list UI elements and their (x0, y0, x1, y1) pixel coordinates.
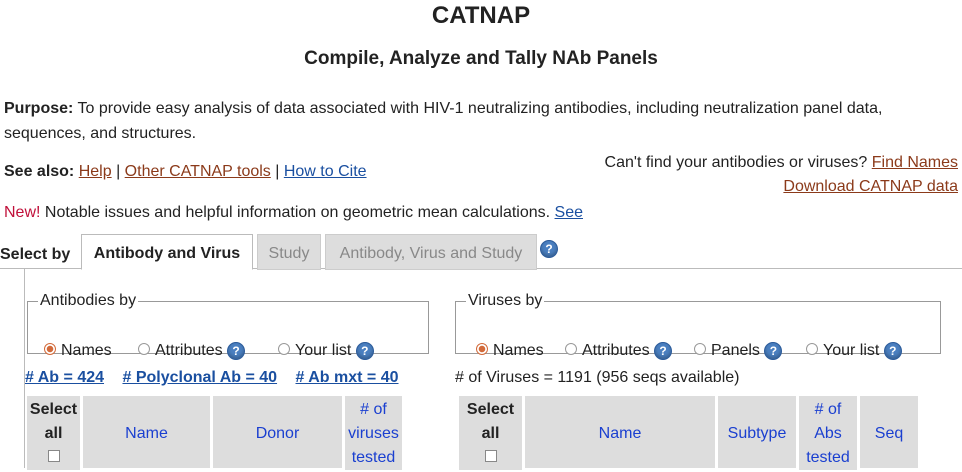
header-text: Select (466, 401, 515, 418)
vi-name-header[interactable]: Name (525, 396, 715, 468)
page-subtitle: Compile, Analyze and Tally NAb Panels (304, 48, 658, 69)
vi-radio-your-list[interactable]: Your list ? (806, 342, 902, 360)
radio-selected-icon (476, 342, 488, 355)
ab-mxt-count-link[interactable]: # Ab mxt = 40 (296, 369, 399, 386)
cant-find-box: Can't find your antibodies or viruses? F… (605, 151, 958, 199)
radio-selected-icon (44, 342, 56, 355)
help-icon[interactable]: ? (764, 342, 783, 360)
radio-label: Attributes (155, 342, 223, 359)
ab-radio-names[interactable]: Names (44, 342, 112, 360)
header-text: all (44, 425, 63, 442)
tab-study[interactable]: Study (257, 234, 321, 270)
radio-label: Panels (711, 342, 760, 359)
header-text: all (481, 425, 500, 442)
ab-select-all-checkbox[interactable] (47, 450, 60, 462)
viruses-by-fieldset: Viruses by Names Attributes ? Panels ? Y… (455, 292, 941, 360)
vi-subtype-header[interactable]: Subtype (718, 396, 796, 468)
radio-icon (278, 342, 290, 355)
ab-name-header[interactable]: Name (83, 396, 210, 468)
notice-see-link[interactable]: See (555, 204, 583, 221)
ab-radio-your-list[interactable]: Your list ? (278, 342, 374, 360)
polyclonal-count-link[interactable]: # Polyclonal Ab = 40 (122, 369, 277, 386)
help-icon[interactable]: ? (355, 342, 374, 360)
antibodies-by-fieldset: Antibodies by Names Attributes ? Your li… (27, 292, 429, 360)
ab-viruses-tested-header[interactable]: # of viruses tested (345, 396, 402, 470)
select-by-label: Select by (0, 246, 71, 263)
cant-find-text: Can't find your antibodies or viruses? (604, 154, 868, 171)
how-to-cite-link[interactable]: How to Cite (284, 163, 367, 180)
purpose-body: To provide easy analysis of data associa… (4, 100, 883, 142)
find-names-link[interactable]: Find Names (872, 154, 958, 171)
new-badge: New! (4, 204, 41, 221)
header-text: # of (814, 401, 842, 418)
radio-icon (694, 342, 706, 355)
radio-label: Your list (823, 342, 880, 359)
vi-select-all-header: Select all (459, 396, 522, 470)
radio-label: Names (61, 342, 112, 359)
vi-radio-attributes[interactable]: Attributes ? (565, 342, 673, 360)
page-title: CATNAP (431, 2, 531, 29)
header-text: # of (360, 401, 387, 418)
vi-radio-names[interactable]: Names (476, 342, 544, 360)
see-also: See also: Help | Other CATNAP tools | Ho… (4, 163, 367, 180)
ab-count-link[interactable]: # Ab = 424 (25, 369, 104, 386)
help-icon[interactable]: ? (227, 342, 246, 360)
header-text: Select (29, 401, 78, 418)
radio-label: Your list (295, 342, 352, 359)
antibody-counts: # Ab = 424 # Polyclonal Ab = 40 # Ab mxt… (25, 369, 413, 387)
header-text: tested (351, 449, 396, 466)
vi-seq-header[interactable]: Seq (860, 396, 918, 468)
radio-label: Names (493, 342, 544, 359)
vi-select-all-checkbox[interactable] (484, 450, 497, 462)
help-icon[interactable]: ? (540, 240, 558, 258)
purpose-text: Purpose: To provide easy analysis of dat… (4, 96, 954, 146)
tab-antibody-virus[interactable]: Antibody and Virus (81, 234, 253, 270)
other-tools-link[interactable]: Other CATNAP tools (125, 163, 271, 180)
header-text: Abs (814, 425, 842, 442)
ab-radio-attributes[interactable]: Attributes ? (138, 342, 246, 360)
notice-text: Notable issues and helpful information o… (44, 204, 551, 221)
download-link[interactable]: Download CATNAP data (783, 178, 958, 195)
vi-radio-panels[interactable]: Panels ? (694, 342, 783, 360)
header-text: tested (806, 449, 850, 466)
see-also-label: See also: (4, 163, 75, 180)
notice: New! Notable issues and helpful informat… (4, 204, 583, 222)
vi-abs-tested-header[interactable]: # of Abs tested (799, 396, 857, 470)
radio-icon (138, 342, 150, 355)
purpose-label: Purpose: (4, 100, 74, 117)
virus-count: # of Viruses = 1191 (956 seqs available) (455, 369, 740, 386)
ab-donor-header[interactable]: Donor (213, 396, 342, 468)
help-icon[interactable]: ? (883, 342, 902, 360)
help-link[interactable]: Help (79, 163, 112, 180)
viruses-by-legend: Viruses by (468, 292, 543, 309)
radio-label: Attributes (582, 342, 650, 359)
antibodies-by-legend: Antibodies by (40, 292, 137, 309)
radio-icon (565, 342, 577, 355)
tab-antibody-virus-study[interactable]: Antibody, Virus and Study (325, 234, 537, 270)
ab-select-all-header: Select all (27, 396, 80, 470)
radio-icon (806, 342, 818, 355)
header-text: viruses (348, 425, 399, 442)
help-icon[interactable]: ? (654, 342, 673, 360)
